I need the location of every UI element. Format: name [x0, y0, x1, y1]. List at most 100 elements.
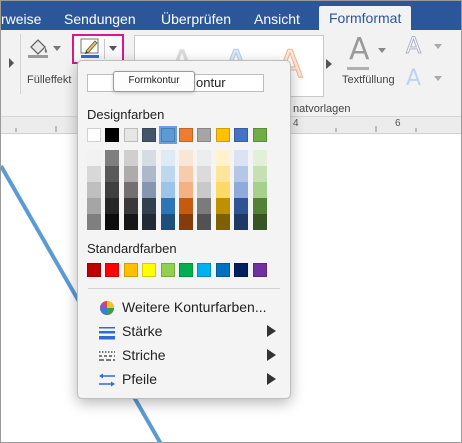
standard-color-swatch[interactable]: [87, 263, 101, 277]
theme-shade-swatch[interactable]: [234, 182, 248, 198]
tab-ansicht[interactable]: Ansicht: [254, 9, 300, 30]
theme-shade-swatch[interactable]: [142, 150, 156, 166]
theme-shade-swatch[interactable]: [87, 198, 101, 214]
theme-shade-swatch[interactable]: [105, 198, 119, 214]
theme-shade-swatch[interactable]: [161, 182, 175, 198]
tab-ueberpruefen[interactable]: Überprüfen: [161, 9, 231, 30]
theme-shade-swatch[interactable]: [142, 166, 156, 182]
theme-shade-swatch[interactable]: [253, 166, 267, 182]
theme-shade-swatch[interactable]: [253, 182, 267, 198]
dashes-item[interactable]: Striche: [86, 345, 282, 367]
theme-shade-swatch[interactable]: [234, 214, 248, 230]
theme-shade-swatch[interactable]: [197, 198, 211, 214]
standard-color-swatch[interactable]: [161, 263, 175, 277]
standard-color-swatch[interactable]: [105, 263, 119, 277]
theme-shade-swatch[interactable]: [87, 150, 101, 166]
theme-shade-swatch[interactable]: [216, 166, 230, 182]
theme-shade-swatch[interactable]: [105, 214, 119, 230]
theme-color-swatch[interactable]: [159, 126, 177, 144]
theme-shade-swatch[interactable]: [197, 150, 211, 166]
theme-shade-swatch[interactable]: [197, 182, 211, 198]
theme-shade-swatch[interactable]: [161, 166, 175, 182]
arrows-item[interactable]: Pfeile: [86, 369, 282, 391]
chevron-down-icon[interactable]: [109, 46, 117, 52]
theme-shade-swatch[interactable]: [87, 166, 101, 182]
theme-shade-swatch[interactable]: [179, 166, 193, 182]
design-colors-title: Designfarben: [87, 107, 165, 122]
theme-color-swatch[interactable]: [216, 128, 230, 142]
theme-shade-swatch[interactable]: [124, 198, 138, 214]
theme-color-swatch[interactable]: [234, 128, 248, 142]
theme-shade-swatch[interactable]: [216, 198, 230, 214]
theme-shade-swatch[interactable]: [142, 198, 156, 214]
standard-color-swatch[interactable]: [197, 263, 211, 277]
scroll-left-icon[interactable]: [7, 57, 15, 69]
theme-shade-swatch[interactable]: [253, 214, 267, 230]
theme-shade-swatch[interactable]: [179, 150, 193, 166]
theme-color-swatch[interactable]: [105, 128, 119, 142]
theme-shade-swatch[interactable]: [197, 214, 211, 230]
dash-style-icon: [99, 351, 115, 361]
text-fill-icon[interactable]: A: [349, 32, 370, 67]
theme-shade-swatch[interactable]: [216, 214, 230, 230]
tab-sendungen[interactable]: Sendungen: [64, 9, 136, 30]
ruler-number: 4: [293, 118, 299, 129]
theme-shade-swatch[interactable]: [234, 166, 248, 182]
submenu-arrow-icon: [267, 373, 276, 385]
theme-shade-swatch[interactable]: [124, 214, 138, 230]
standard-color-swatch[interactable]: [234, 263, 248, 277]
theme-color-swatch[interactable]: [197, 128, 211, 142]
theme-shade-swatch[interactable]: [87, 182, 101, 198]
theme-shade-swatch[interactable]: [142, 182, 156, 198]
submenu-arrow-icon: [267, 349, 276, 361]
theme-shade-swatch[interactable]: [105, 166, 119, 182]
theme-color-swatch[interactable]: [179, 128, 193, 142]
theme-shade-swatch[interactable]: [161, 198, 175, 214]
chevron-down-icon[interactable]: [378, 48, 386, 54]
standard-color-swatch[interactable]: [216, 263, 230, 277]
theme-shade-swatch[interactable]: [253, 198, 267, 214]
standard-color-swatch[interactable]: [124, 263, 138, 277]
no-outline-label: ontur: [196, 75, 226, 90]
theme-color-swatch[interactable]: [87, 128, 101, 142]
standard-color-swatch[interactable]: [253, 263, 267, 277]
theme-shade-swatch[interactable]: [253, 150, 267, 166]
theme-shade-swatch[interactable]: [179, 182, 193, 198]
text-outline-icon[interactable]: A: [405, 34, 421, 60]
theme-shade-swatch[interactable]: [105, 150, 119, 166]
theme-shade-swatch[interactable]: [234, 150, 248, 166]
theme-shade-swatch[interactable]: [234, 198, 248, 214]
theme-shade-swatch[interactable]: [87, 214, 101, 230]
weight-item[interactable]: Stärke: [86, 321, 282, 343]
theme-color-swatch[interactable]: [124, 128, 138, 142]
theme-shade-swatch[interactable]: [216, 150, 230, 166]
standard-color-swatch[interactable]: [179, 263, 193, 277]
menu-divider: [88, 288, 280, 289]
more-outline-colors-item[interactable]: Weitere Konturfarben...: [86, 297, 282, 319]
theme-shade-swatch[interactable]: [105, 182, 119, 198]
theme-shade-swatch[interactable]: [179, 198, 193, 214]
theme-shade-swatch[interactable]: [179, 214, 193, 230]
gallery-expand-icon[interactable]: [325, 58, 333, 70]
paint-bucket-icon[interactable]: [25, 35, 51, 59]
theme-color-swatch[interactable]: [142, 128, 156, 142]
theme-shade-swatch[interactable]: [161, 150, 175, 166]
tab-ueberweisen[interactable]: rweise: [1, 9, 41, 30]
standard-color-swatch[interactable]: [142, 263, 156, 277]
theme-shade-swatch[interactable]: [124, 150, 138, 166]
chevron-down-icon[interactable]: [53, 46, 61, 52]
tab-formformat[interactable]: Formformat: [319, 6, 412, 30]
submenu-arrow-icon: [267, 325, 276, 337]
theme-shade-swatch[interactable]: [124, 166, 138, 182]
theme-shade-swatch[interactable]: [161, 214, 175, 230]
split-divider: [104, 39, 105, 59]
theme-shade-swatch[interactable]: [197, 166, 211, 182]
theme-color-swatch[interactable]: [253, 128, 267, 142]
theme-shade-swatch[interactable]: [142, 214, 156, 230]
theme-shade-swatch[interactable]: [216, 182, 230, 198]
theme-shade-swatch[interactable]: [124, 182, 138, 198]
chevron-down-icon[interactable]: [434, 44, 442, 50]
text-effects-icon[interactable]: A: [406, 66, 421, 91]
chevron-down-icon[interactable]: [434, 76, 442, 82]
text-fill-color-bar: [347, 67, 369, 70]
